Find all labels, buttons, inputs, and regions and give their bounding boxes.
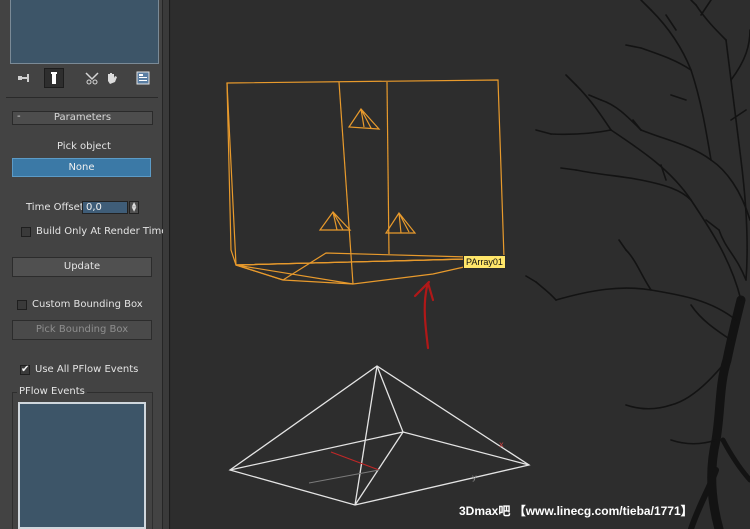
gizmo-y-label: y <box>472 473 477 482</box>
command-panel: - Parameters Pick object None Time Offse… <box>0 0 167 529</box>
use-all-pflow-events-checkbox[interactable]: ✔ <box>20 365 30 375</box>
watermark-text: 3Dmax吧 【www.linecg.com/tieba/1771】 <box>459 504 693 518</box>
show-end-result-icon[interactable] <box>44 68 64 88</box>
pflow-events-title: PFlow Events <box>17 386 87 397</box>
build-only-checkbox[interactable] <box>21 227 31 237</box>
pyramid-wireframe <box>228 365 531 506</box>
modifier-stack-toolbar <box>6 67 158 89</box>
configure-sets-icon[interactable] <box>133 68 153 88</box>
gizmo-x-label: x <box>499 440 504 449</box>
pick-object-button[interactable]: None <box>12 158 151 177</box>
object-name-label: PArray01 <box>463 255 506 269</box>
build-only-label: Build Only At Render Time <box>36 226 168 237</box>
viewport-scene <box>226 0 750 529</box>
custom-bounding-box-checkbox[interactable] <box>17 300 27 310</box>
make-unique-icon[interactable] <box>82 68 102 88</box>
time-offset-label: Time Offset: <box>26 202 88 213</box>
app-window: - Parameters Pick object None Time Offse… <box>0 0 750 529</box>
pflow-events-list[interactable] <box>18 402 146 529</box>
panel-separator <box>6 97 158 98</box>
parray-bounding-box <box>226 79 505 285</box>
tree-wireframe <box>525 0 750 529</box>
use-all-pflow-events-label: Use All PFlow Events <box>35 364 139 375</box>
pick-bounding-box-button[interactable]: Pick Bounding Box <box>12 320 152 340</box>
parameters-rollout-header[interactable]: - Parameters <box>12 111 153 125</box>
modifier-stack-list[interactable] <box>10 0 159 64</box>
perspective-viewport[interactable]: PArray01 x y <box>171 0 750 529</box>
time-offset-spinner[interactable]: ▲ ▼ <box>129 201 139 214</box>
update-button[interactable]: Update <box>12 257 152 277</box>
panel-scrollbar[interactable] <box>163 0 170 529</box>
pin-stack-icon[interactable] <box>14 68 34 88</box>
custom-bounding-box-label: Custom Bounding Box <box>32 299 143 310</box>
rollout-title: Parameters <box>53 112 112 123</box>
remove-modifier-icon[interactable] <box>102 68 122 88</box>
time-offset-input[interactable]: 0,0 <box>82 201 128 214</box>
annotation-arrow <box>413 280 435 350</box>
pick-object-label: Pick object <box>57 141 111 152</box>
gizmo-axes <box>308 451 380 484</box>
